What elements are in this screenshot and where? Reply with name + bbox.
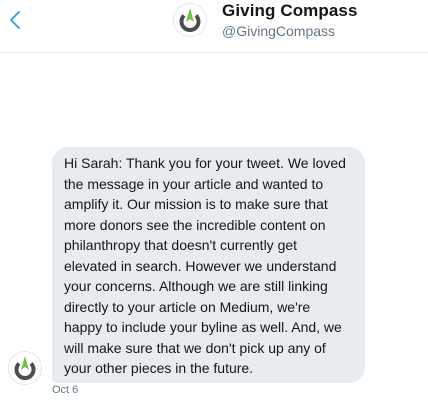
- message-line: directly to your article on Medium, we'r…: [64, 298, 311, 315]
- giving-compass-logo-icon: [179, 8, 201, 32]
- message-line: your other pieces in the future.: [64, 360, 254, 376]
- message-line: elevated in search. However we understan…: [64, 257, 337, 274]
- giving-compass-logo-icon: [14, 356, 36, 380]
- user-handle[interactable]: @GivingCompass: [222, 23, 335, 39]
- message-line: more donors see the incredible content o…: [64, 216, 326, 233]
- conversation-header: Giving Compass @GivingCompass: [0, 0, 428, 53]
- message-bubble: Hi Sarah: Thank you for your tweet. We l…: [52, 147, 365, 383]
- chevron-left-icon: [10, 11, 20, 29]
- display-name[interactable]: Giving Compass: [222, 1, 358, 21]
- profile-avatar[interactable]: [173, 3, 207, 37]
- message-line: happy to include your byline as well. An…: [64, 319, 342, 335]
- message-line: amplify it. Our mission is to make sure …: [64, 196, 328, 212]
- sender-avatar[interactable]: [8, 351, 42, 385]
- message-line: Hi Sarah: Thank you for your tweet. We l…: [64, 155, 346, 171]
- message-line: philanthropy that doesn't currently get: [64, 237, 298, 253]
- message-line: will make sure that we don't pick up any…: [64, 339, 326, 356]
- message-timestamp: Oct 6: [52, 384, 79, 396]
- back-button[interactable]: [5, 8, 25, 32]
- message-line: your concerns. Although we are still lin…: [64, 278, 328, 294]
- message-line: the message in your article and wanted t…: [64, 175, 324, 192]
